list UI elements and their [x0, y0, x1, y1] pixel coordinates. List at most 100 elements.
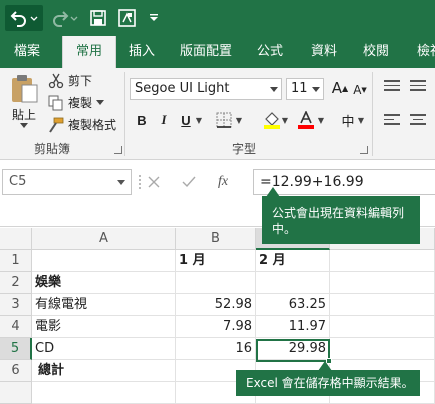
undo-icon [10, 11, 38, 27]
cell-b1[interactable]: 1 月 [176, 250, 256, 272]
cell-d1[interactable] [330, 250, 435, 272]
cell-a4[interactable]: 電影 [32, 316, 176, 338]
cell-c4[interactable]: 11.97 [256, 316, 330, 338]
row-header[interactable] [0, 382, 32, 404]
select-all-corner[interactable] [0, 228, 32, 250]
align-middle-icon[interactable] [410, 80, 426, 91]
format-painter-label: 複製格式 [68, 118, 117, 132]
font-size-combo[interactable]: 11 [286, 78, 324, 100]
result-callout-text: Excel 會在儲存格中顯示結果。 [246, 376, 414, 390]
customize-qat-button[interactable] [146, 5, 162, 31]
callout-pointer [266, 187, 280, 197]
column-header-a[interactable]: A [32, 228, 176, 250]
row-header[interactable]: 6 [0, 360, 32, 382]
copy-icon [48, 95, 63, 110]
cell-a7[interactable] [32, 382, 176, 404]
cell-c1[interactable]: 2 月 [256, 250, 330, 272]
shrink-font-icon[interactable]: A ▼ [350, 80, 370, 100]
chevron-down-icon[interactable]: ▼ [234, 110, 244, 130]
align-top-icon[interactable] [384, 80, 400, 91]
row-header[interactable]: 2 [0, 272, 32, 294]
formula-bar-grip-icon[interactable] [139, 175, 141, 189]
align-center-icon[interactable] [410, 114, 426, 125]
font-size-value: 11 [291, 81, 308, 96]
cell-c2[interactable] [256, 272, 330, 294]
font-color-button[interactable] [296, 110, 316, 130]
font-family-combo[interactable]: Segoe UI Light [130, 78, 282, 100]
cell-d4[interactable] [330, 316, 435, 338]
cell-b3[interactable]: 52.98 [176, 294, 256, 316]
font-family-value: Segoe UI Light [135, 81, 230, 96]
quick-access-toolbar [0, 0, 435, 36]
check-icon [182, 176, 196, 188]
save-button[interactable] [88, 5, 108, 31]
tab-review[interactable]: 校閱 [354, 36, 398, 68]
chevron-down-icon[interactable]: ▼ [316, 110, 326, 130]
row-header[interactable]: 3 [0, 294, 32, 316]
chevron-down-icon[interactable]: ▼ [194, 110, 204, 130]
chevron-down-icon [312, 87, 320, 92]
cell-a6[interactable]: 總計 [32, 360, 176, 382]
format-painter-icon [49, 117, 64, 133]
row-header[interactable]: 1 [0, 250, 32, 272]
formula-input[interactable]: =12.99+16.99 [253, 169, 435, 195]
insert-function-button[interactable]: fx [218, 169, 236, 195]
grow-font-icon[interactable]: A ▲ [330, 78, 350, 98]
cell-a2[interactable]: 娛樂 [32, 272, 176, 294]
ribbon: 貼上 剪下 複製 複製格式 剪貼簿 Segoe UI Light 11 A ▲ … [0, 68, 435, 160]
borders-button[interactable] [214, 110, 234, 130]
cell-c3[interactable]: 63.25 [256, 294, 330, 316]
format-painter-button[interactable]: 複製格式 [48, 116, 116, 133]
tab-home[interactable]: 常用 [62, 36, 116, 68]
cell-a5[interactable]: CD [32, 338, 176, 360]
tab-formulas[interactable]: 公式 [248, 36, 292, 68]
tab-data[interactable]: 資料 [302, 36, 346, 68]
font-group-label: 字型 [232, 142, 257, 156]
paste-button[interactable]: 貼上 [6, 74, 42, 132]
cancel-button[interactable] [148, 169, 162, 195]
clipboard-dialog-launcher-icon[interactable] [114, 146, 122, 154]
fill-color-button[interactable] [262, 110, 282, 130]
ribbon-tabs: 檔案 常用 插入 版面配置 公式 資料 校閱 檢視 [0, 36, 435, 68]
underline-button[interactable]: U [176, 110, 196, 130]
align-left-icon[interactable] [384, 114, 400, 125]
undo-button[interactable] [5, 5, 43, 31]
cell-b2[interactable] [176, 272, 256, 294]
fill-bucket-icon [264, 112, 280, 129]
tab-file[interactable]: 檔案 [4, 36, 50, 68]
phonetic-guide-button[interactable]: 中 [338, 110, 358, 130]
cell-d3[interactable] [330, 294, 435, 316]
copy-label: 複製 [68, 96, 93, 110]
cut-label: 剪下 [68, 74, 93, 88]
cell-b5[interactable]: 16 [176, 338, 256, 360]
cell-d5[interactable] [330, 338, 435, 360]
redo-icon [53, 11, 78, 27]
italic-button[interactable]: I [154, 110, 174, 130]
borders-icon [216, 112, 232, 128]
copy-button[interactable]: 複製 [48, 94, 105, 111]
name-box[interactable]: C5 [2, 169, 132, 195]
group-separator [372, 72, 373, 156]
chevron-down-icon [117, 180, 125, 185]
font-color-icon [298, 111, 314, 129]
chevron-down-icon[interactable]: ▼ [356, 110, 366, 130]
cell-a3[interactable]: 有線電視 [32, 294, 176, 316]
bold-button[interactable]: B [132, 110, 152, 130]
cell-a1[interactable] [32, 250, 176, 272]
cell-d2[interactable] [330, 272, 435, 294]
row-header[interactable]: 5 [0, 338, 32, 360]
tab-insert[interactable]: 插入 [120, 36, 164, 68]
chevron-down-icon[interactable]: ▼ [280, 110, 290, 130]
tab-view[interactable]: 檢視 [408, 36, 435, 68]
font-dialog-launcher-icon[interactable] [360, 146, 368, 154]
cell-b4[interactable]: 7.98 [176, 316, 256, 338]
touch-mode-button[interactable] [116, 5, 138, 31]
result-callout: Excel 會在儲存格中顯示結果。 [236, 361, 420, 396]
tab-page-layout[interactable]: 版面配置 [174, 36, 238, 68]
redo-button[interactable] [48, 5, 82, 31]
cut-button[interactable]: 剪下 [48, 72, 92, 89]
enter-button[interactable] [182, 169, 198, 195]
column-header-b[interactable]: B [176, 228, 256, 250]
chevron-down-icon [96, 99, 105, 105]
row-header[interactable]: 4 [0, 316, 32, 338]
